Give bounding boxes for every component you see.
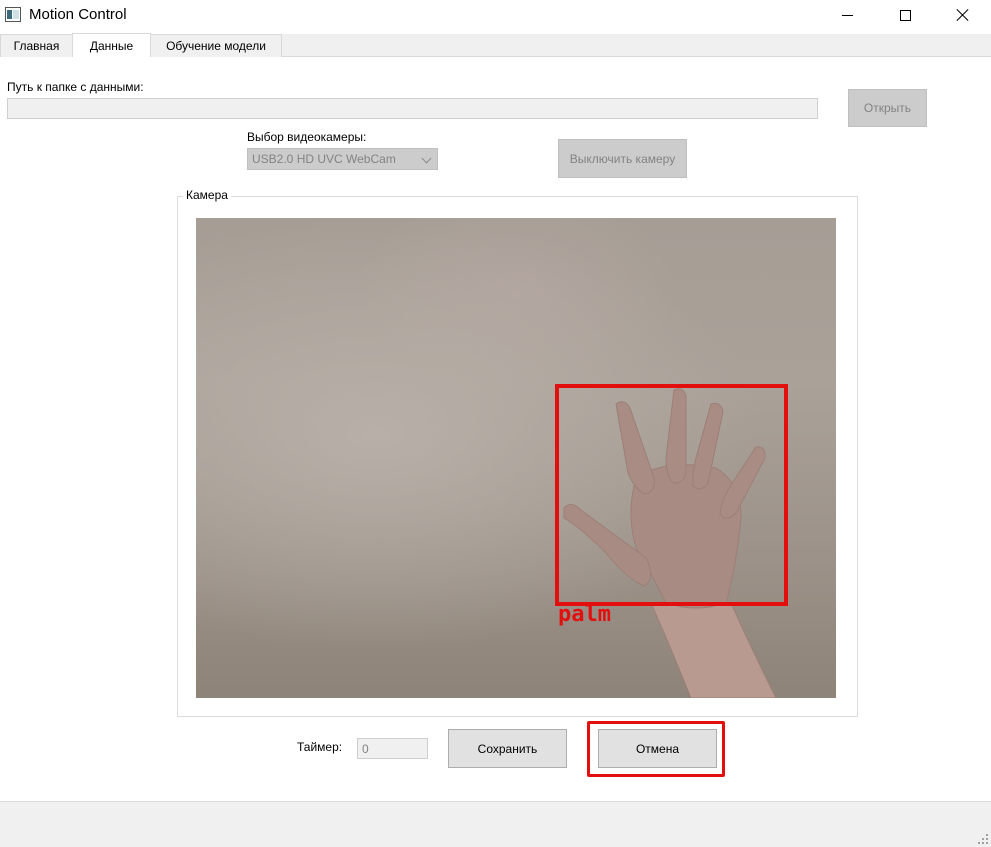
tab-bar: Главная Обучение модели Данные — [0, 33, 991, 57]
camera-select-label: Выбор видеокамеры: — [247, 130, 367, 144]
maximize-button[interactable] — [876, 0, 934, 30]
minimize-button[interactable] — [818, 0, 876, 30]
camera-toggle-button[interactable]: Выключить камеру — [558, 139, 687, 178]
detection-label: palm — [558, 602, 611, 627]
save-button[interactable]: Сохранить — [448, 729, 567, 768]
camera-select-value: USB2.0 HD UVC WebCam — [252, 152, 396, 166]
open-button[interactable]: Открыть — [848, 89, 927, 127]
data-tab-panel: Путь к папке с данными: Открыть Выбор ви… — [0, 57, 991, 801]
tab-data[interactable]: Данные — [72, 33, 151, 57]
camera-select[interactable]: USB2.0 HD UVC WebCam — [247, 148, 438, 170]
timer-label: Таймер: — [297, 740, 343, 754]
app-icon — [5, 7, 21, 22]
tab-model-training[interactable]: Обучение модели — [150, 34, 282, 57]
detection-box — [555, 384, 788, 606]
resize-grip-icon[interactable] — [978, 834, 988, 844]
title-bar[interactable]: Motion Control — [0, 0, 991, 30]
data-path-input[interactable] — [7, 98, 818, 119]
close-icon — [956, 8, 970, 22]
chevron-down-icon — [421, 153, 432, 164]
cancel-button[interactable]: Отмена — [598, 729, 717, 768]
camera-feed: palm — [196, 218, 836, 698]
status-bar — [0, 801, 991, 847]
minimize-icon — [841, 14, 853, 16]
tab-main[interactable]: Главная — [0, 34, 73, 57]
window-title: Motion Control — [29, 6, 127, 23]
camera-group-title: Камера — [183, 188, 231, 202]
close-button[interactable] — [934, 0, 991, 30]
maximize-icon — [899, 9, 911, 21]
timer-input[interactable] — [357, 738, 428, 759]
path-label: Путь к папке с данными: — [7, 80, 144, 94]
